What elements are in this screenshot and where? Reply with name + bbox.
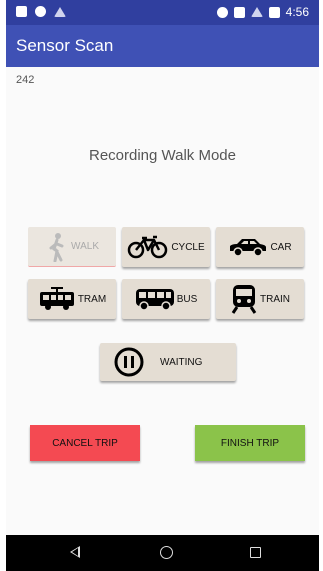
train-icon <box>231 285 257 314</box>
cancel-trip-button[interactable]: CANCEL TRIP <box>30 425 140 461</box>
mode-title: Recording Walk Mode <box>88 147 236 164</box>
walk-button[interactable]: WALK <box>28 227 116 267</box>
record-notification-icon <box>35 6 46 17</box>
counter-value: 242 <box>16 74 35 86</box>
waiting-button[interactable]: WAITING <box>100 343 236 381</box>
image-notification-icon <box>16 6 27 17</box>
pause-icon <box>114 347 144 377</box>
status-bar: 4:56 <box>6 0 319 25</box>
cycle-label: CYCLE <box>171 241 205 253</box>
car-icon <box>230 239 267 257</box>
train-button[interactable]: TRAIN <box>216 279 304 319</box>
app-frame: 4:56 Sensor Scan 242 Recording Walk Mode… <box>6 0 319 571</box>
cycle-button[interactable]: CYCLE <box>122 227 210 267</box>
bus-button[interactable]: BUS <box>122 279 210 319</box>
status-time: 4:56 <box>285 5 309 19</box>
home-icon[interactable] <box>160 546 173 559</box>
waiting-label: WAITING <box>160 356 203 368</box>
navigation-bar <box>6 535 319 571</box>
battery-icon <box>268 6 280 18</box>
walk-label: WALK <box>71 241 99 252</box>
bicycle-icon <box>128 235 168 259</box>
location-icon <box>216 6 228 18</box>
recent-apps-icon[interactable] <box>250 547 261 558</box>
app-title: Sensor Scan <box>16 36 114 55</box>
car-label: CAR <box>270 241 292 253</box>
tram-button[interactable]: TRAM <box>28 279 116 319</box>
signal-icon <box>250 7 263 17</box>
tram-icon <box>39 287 74 310</box>
walk-icon <box>49 232 64 262</box>
car-button[interactable]: CAR <box>216 227 304 267</box>
bluetooth-icon <box>233 6 245 18</box>
bus-icon <box>135 289 174 311</box>
bus-label: BUS <box>176 293 198 305</box>
back-icon[interactable] <box>70 546 80 558</box>
train-label: TRAIN <box>260 293 290 305</box>
tram-label: TRAM <box>77 293 107 305</box>
app-bar: Sensor Scan <box>6 25 319 67</box>
finish-trip-button[interactable]: FINISH TRIP <box>195 425 305 461</box>
wifi-icon <box>54 6 66 17</box>
